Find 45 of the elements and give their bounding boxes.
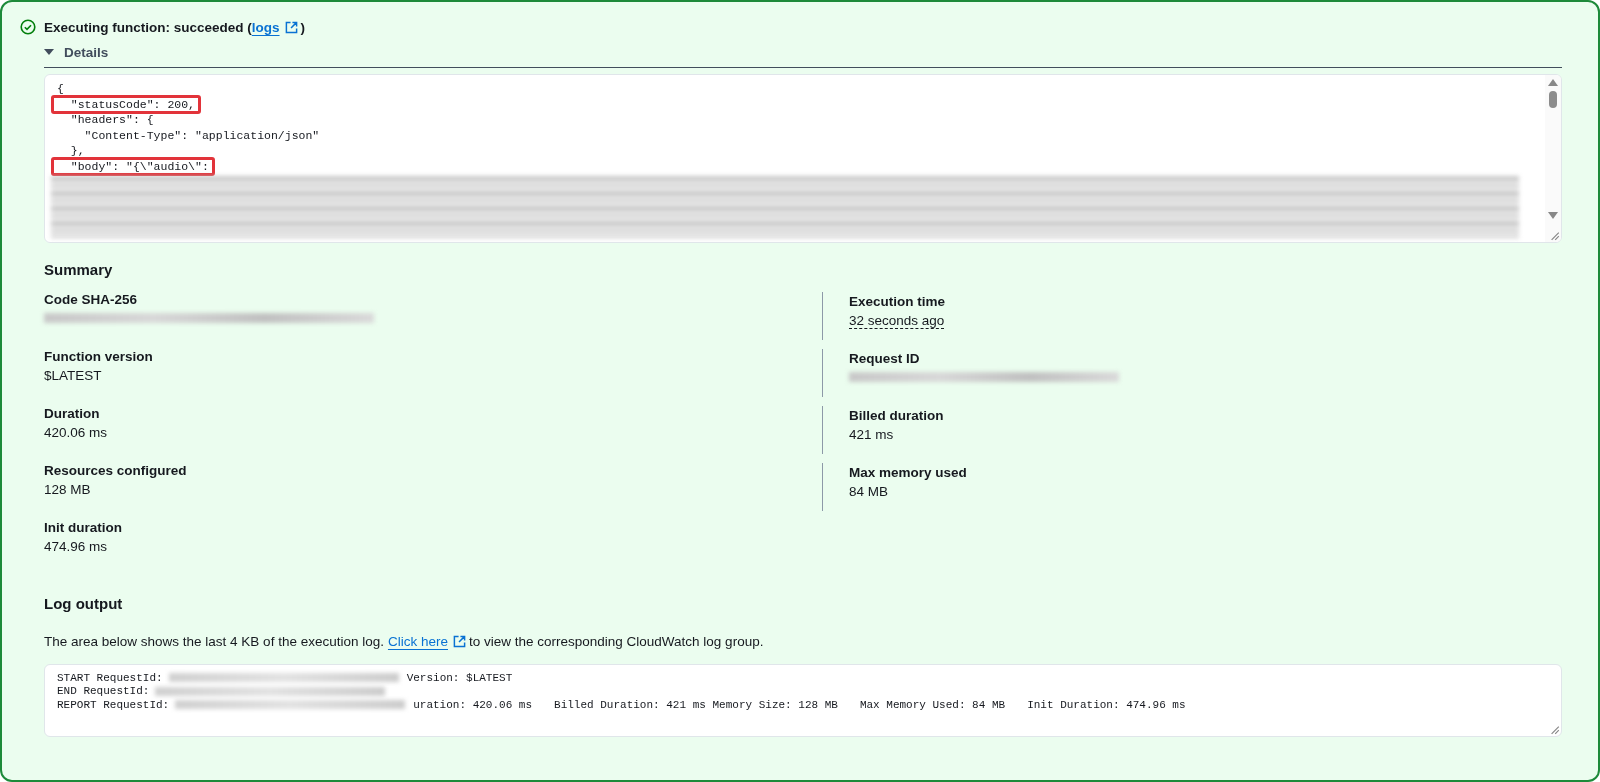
log-output-heading: Log output (44, 595, 124, 612)
click-here-link[interactable]: Click here (387, 634, 448, 649)
field-label: Request ID (849, 350, 921, 368)
external-link-icon (284, 20, 298, 34)
resize-grip-icon[interactable] (1548, 229, 1560, 241)
field-value: $LATEST (44, 367, 103, 385)
field-label: Init duration (44, 519, 123, 537)
resize-grip-icon[interactable] (1548, 723, 1560, 735)
code-line: "headers": { (69, 112, 155, 128)
code-line: }, (69, 143, 86, 159)
field-value: 474.96 ms (44, 538, 109, 556)
status-title: Executing function: succeeded ( (44, 19, 252, 35)
response-code-area[interactable]: { "statusCode": 200, "headers": { "Content-Type": "application/json" }, "body": "{\"audio\": (44, 74, 1562, 243)
external-link-icon (453, 635, 466, 648)
log-text: Billed Duration: 421 ms Memory Size: 128 MB (554, 698, 838, 711)
scrollbar[interactable] (1545, 75, 1561, 242)
log-description: to view the corresponding CloudWatch log group. (469, 634, 764, 649)
log-text: Version: $LATEST (406, 671, 513, 684)
logs-link[interactable]: logs (251, 19, 280, 35)
summary-heading: Summary (44, 261, 114, 278)
field-label: Resources configured (44, 462, 188, 480)
field-value[interactable]: 32 seconds ago (849, 313, 945, 329)
field-label: Duration (44, 405, 101, 423)
field-value: 421 ms (849, 426, 895, 444)
code-line: "Content-Type": "application/json" (83, 127, 321, 144)
log-text: END RequestId: (57, 685, 150, 698)
field-value: 84 MB (849, 483, 890, 501)
field-label: Execution time (849, 293, 947, 311)
log-text: REPORT RequestId: (57, 698, 170, 711)
field-label: Max memory used (849, 464, 968, 482)
log-text: Init Duration: 474.96 ms (1027, 698, 1186, 711)
log-text: Max Memory Used: 84 MB (859, 698, 1006, 711)
field-label: Code SHA-256 (44, 291, 139, 309)
status-title-suffix: ) (300, 19, 306, 35)
field-label: Billed duration (849, 407, 945, 425)
field-value: 128 MB (44, 481, 92, 499)
log-text: START RequestId: (57, 671, 163, 684)
details-toggle[interactable]: Details (44, 43, 109, 61)
success-check-icon (20, 19, 36, 35)
log-output-area[interactable]: START RequestId: Version: $LATEST END RequestId: REPORT RequestId: uration: 420.06 ms Billed Duration: 421 ms Memory Size: 128 MB Max Memory Used: 84 MB Init Duration: 474.96 ms (44, 664, 1562, 737)
field-label: Function version (44, 348, 154, 366)
log-description: The area below shows the last 4 KB of the execution log. (44, 634, 384, 649)
log-text: uration: 420.06 ms (413, 698, 533, 711)
code-line: { (56, 81, 65, 97)
field-value: 420.06 ms (44, 424, 109, 442)
